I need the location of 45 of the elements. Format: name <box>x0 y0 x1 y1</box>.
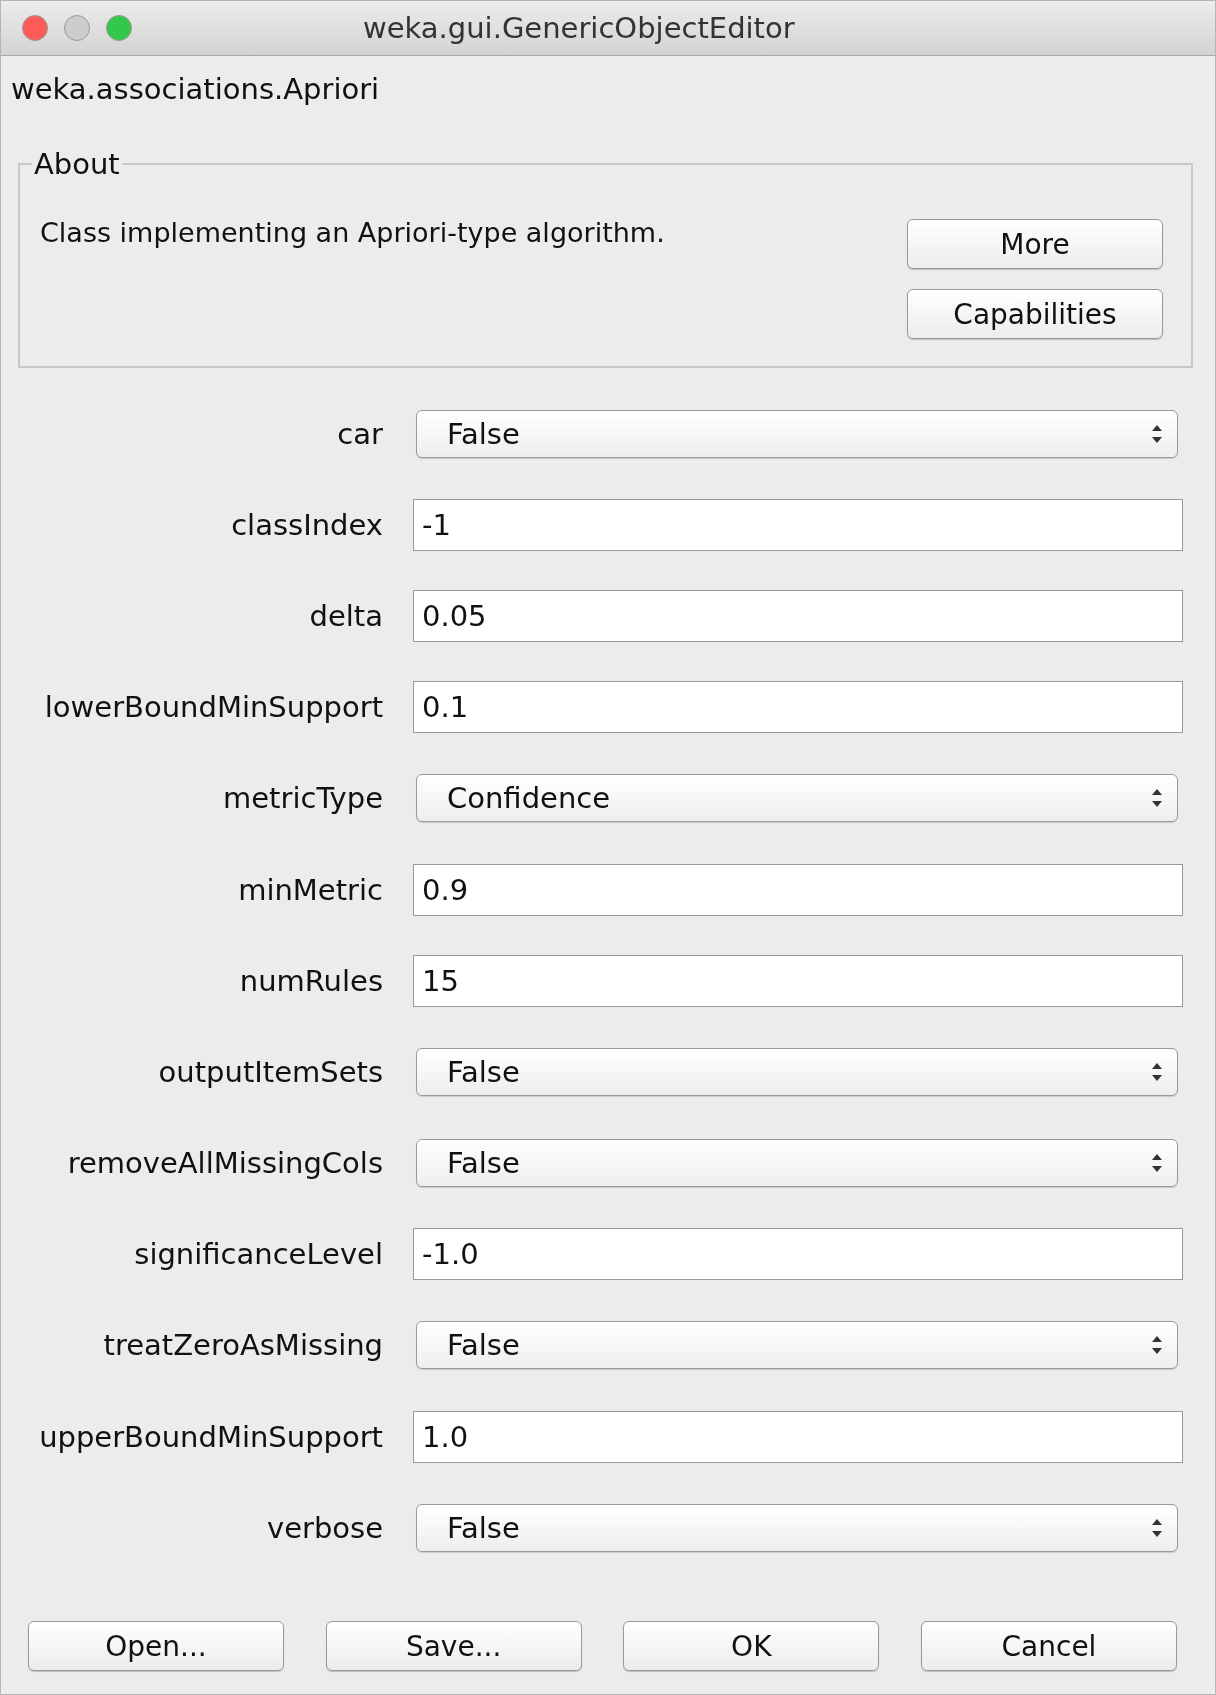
property-label: treatZeroAsMissing <box>102 1328 383 1363</box>
input-field[interactable]: -1 <box>413 498 1183 551</box>
class-name: weka.associations.Apriori <box>10 71 381 108</box>
minimize-button[interactable] <box>63 14 91 42</box>
property-label: numRules <box>238 963 383 998</box>
more-button[interactable]: More <box>907 219 1163 269</box>
cancel-button[interactable]: Cancel <box>920 1621 1177 1672</box>
input-field[interactable]: 15 <box>413 954 1183 1007</box>
property-label: verbose <box>265 1510 383 1545</box>
property-label: significanceLevel <box>133 1237 383 1272</box>
ok-button[interactable]: OK <box>623 1621 880 1672</box>
dropdown[interactable]: False <box>416 409 1178 458</box>
property-label: metricType <box>222 781 383 816</box>
dropdown-value: False <box>447 416 520 451</box>
dropdown[interactable]: False <box>416 1503 1178 1552</box>
dropdown[interactable]: False <box>416 1321 1178 1370</box>
dropdown-value: False <box>447 1510 520 1545</box>
property-label: removeAllMissingCols <box>66 1146 383 1181</box>
property-label: delta <box>308 598 383 633</box>
property-label: outputItemSets <box>157 1054 383 1089</box>
property-label: upperBoundMinSupport <box>38 1419 383 1454</box>
capabilities-button[interactable]: Capabilities <box>907 289 1163 339</box>
property-label: lowerBoundMinSupport <box>43 690 383 725</box>
input-field[interactable]: 1.0 <box>413 1410 1183 1463</box>
save-button[interactable]: Save... <box>325 1621 582 1672</box>
dropdown-value: Confidence <box>447 781 611 816</box>
open-button[interactable]: Open... <box>28 1621 284 1672</box>
input-field[interactable]: 0.1 <box>413 681 1183 734</box>
window-title: weka.gui.GenericObjectEditor <box>363 11 795 45</box>
property-label: minMetric <box>237 872 383 907</box>
dropdown[interactable]: False <box>416 1047 1178 1096</box>
input-field[interactable]: 0.9 <box>413 863 1183 916</box>
input-field[interactable]: 0.05 <box>413 589 1183 642</box>
dropdown-value: False <box>447 1328 520 1363</box>
zoom-button[interactable] <box>105 14 133 42</box>
dropdown[interactable]: False <box>416 1139 1178 1188</box>
property-label: classIndex <box>230 507 383 542</box>
panel-title: About <box>33 147 121 181</box>
description-text: Class implementing an Apriori-type algorithm. <box>40 217 665 250</box>
dropdown-value: False <box>447 1146 520 1181</box>
close-button[interactable] <box>21 14 49 42</box>
dropdown-value: False <box>447 1054 520 1089</box>
property-label: car <box>336 416 383 451</box>
input-field[interactable]: -1.0 <box>413 1228 1183 1281</box>
dropdown[interactable]: Confidence <box>416 774 1178 823</box>
